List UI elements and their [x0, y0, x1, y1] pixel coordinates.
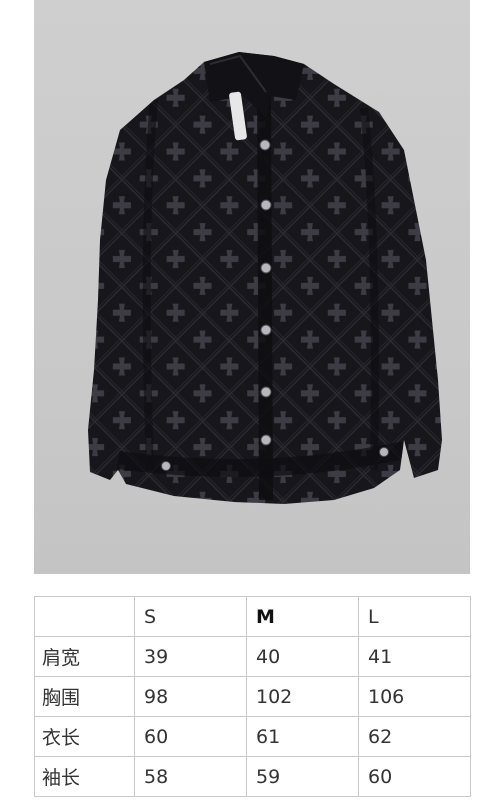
table-row: 袖长 58 59 60	[34, 756, 471, 797]
row-label: 胸围	[34, 676, 135, 717]
table-cell: 41	[358, 636, 471, 677]
table-cell: 62	[358, 716, 471, 757]
table-row: 衣长 60 61 62	[34, 716, 471, 757]
table-cell: 60	[358, 756, 471, 797]
row-label: 肩宽	[34, 636, 135, 677]
product-photo	[34, 0, 470, 574]
size-chart-table: S M L 肩宽 39 40 41 胸围 98 102 106 衣长 60 61…	[34, 596, 471, 797]
header-cell-l: L	[358, 596, 471, 637]
table-cell: 98	[134, 676, 247, 717]
row-label: 袖长	[34, 756, 135, 797]
table-cell: 40	[246, 636, 359, 677]
table-cell: 106	[358, 676, 471, 717]
table-row: 肩宽 39 40 41	[34, 636, 471, 677]
table-header-row: S M L	[34, 596, 471, 637]
table-cell: 39	[134, 636, 247, 677]
shirt-icon	[88, 52, 442, 504]
table-cell: 102	[246, 676, 359, 717]
table-cell: 59	[246, 756, 359, 797]
table-cell: 58	[134, 756, 247, 797]
table-cell: 60	[134, 716, 247, 757]
header-cell-empty	[34, 596, 135, 637]
header-cell-s: S	[134, 596, 247, 637]
row-label: 衣长	[34, 716, 135, 757]
table-cell: 61	[246, 716, 359, 757]
header-cell-m: M	[246, 596, 359, 637]
table-row: 胸围 98 102 106	[34, 676, 471, 717]
